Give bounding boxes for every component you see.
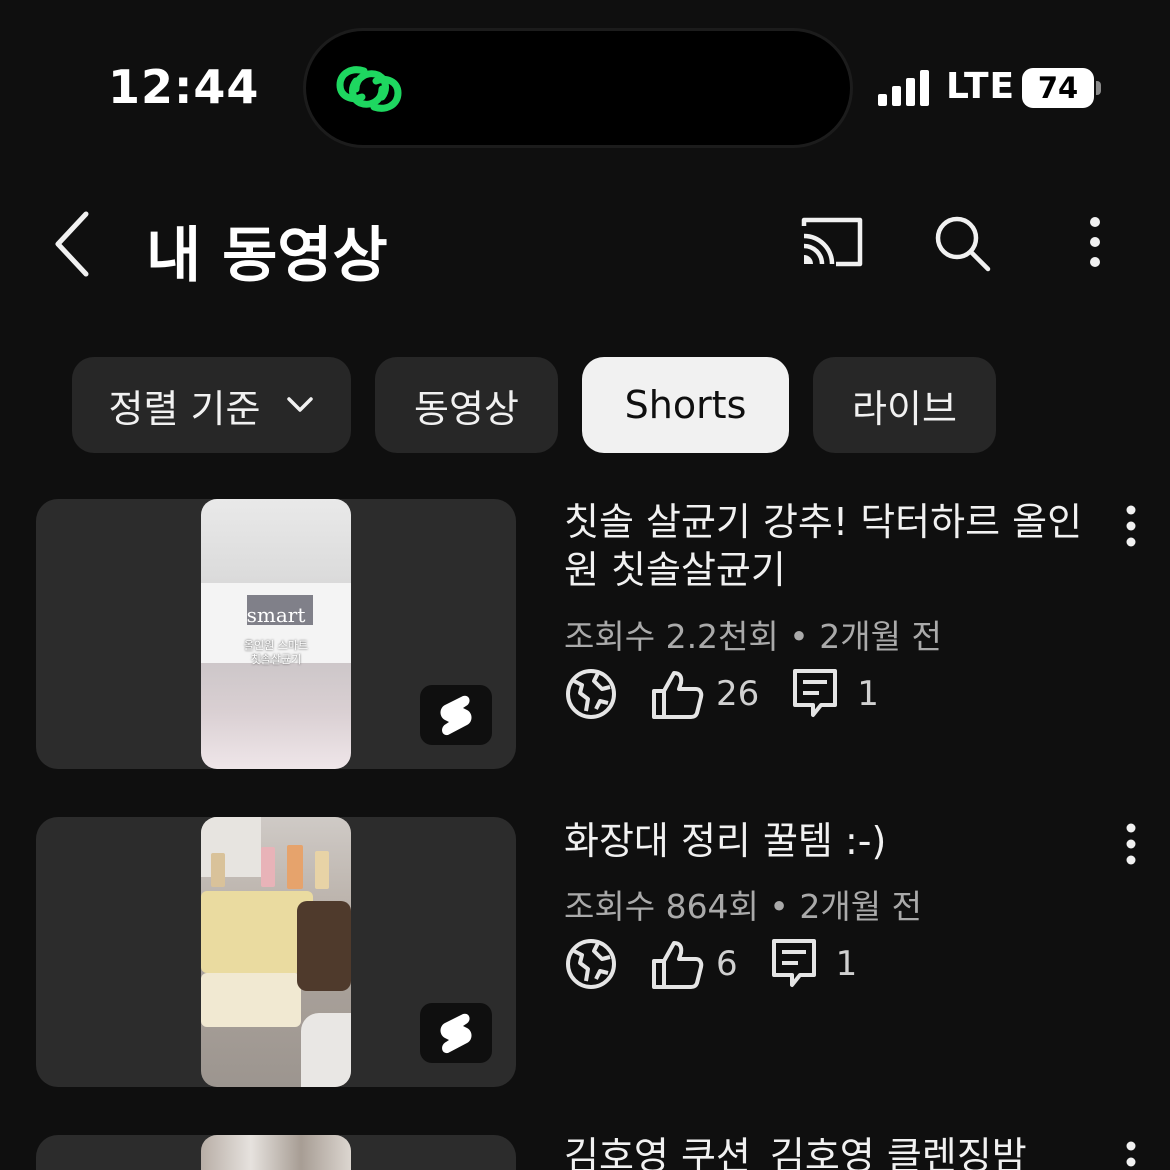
search-icon[interactable] — [932, 208, 992, 276]
shorts-badge — [420, 1003, 492, 1063]
page-title: 내 동영상 — [146, 221, 388, 291]
video-title[interactable]: 김호영 쿠션_김호영 클렌징밤 — [564, 1132, 1064, 1170]
shorts-logo-icon — [440, 1013, 472, 1054]
chip-videos-label: 동영상 — [414, 386, 519, 431]
video-more-icon[interactable] — [1118, 500, 1144, 550]
cast-icon[interactable] — [800, 208, 864, 276]
video-title[interactable]: 화장대 정리 꿀템 :-) — [564, 817, 1104, 865]
video-stats: 6 1 — [564, 934, 857, 994]
video-title[interactable]: 칫솔 살균기 강추! 닥터하르 올인원 칫솔살균기 — [564, 498, 1104, 594]
link-app-icon — [336, 66, 402, 112]
view-count: 조회수 2.2천회 — [564, 617, 779, 656]
thumbs-up-icon[interactable] — [650, 937, 704, 991]
upload-age: 2개월 전 — [819, 617, 942, 656]
video-thumbnail[interactable]: smart 올인원 스마트 칫솔살균기 — [36, 499, 516, 769]
video-stats: 26 1 — [564, 664, 879, 724]
like-count: 6 — [716, 944, 738, 984]
upload-age: 2개월 전 — [799, 887, 922, 926]
meta-separator: • — [769, 887, 800, 926]
globe-icon — [566, 669, 616, 719]
thumbs-up-icon[interactable] — [650, 667, 704, 721]
comment-icon[interactable] — [770, 937, 818, 991]
shorts-badge — [420, 685, 492, 745]
video-meta: 조회수 2.2천회 • 2개월 전 — [564, 610, 942, 658]
video-title-clip: 김호영 쿠션_김호영 클렌징밤 — [564, 1132, 1064, 1170]
thumbnail-image: smart 올인원 스마트 칫솔살균기 — [201, 499, 351, 769]
shorts-logo-icon — [440, 695, 472, 736]
battery-indicator: 74 — [1022, 68, 1094, 108]
chip-live[interactable]: 라이브 — [813, 357, 996, 453]
sort-dropdown-chip[interactable]: 정렬 기준 — [72, 357, 351, 453]
thumbnail-image — [201, 817, 351, 1087]
comment-count: 1 — [835, 944, 858, 984]
dynamic-island — [306, 31, 850, 145]
chip-shorts[interactable]: Shorts — [582, 357, 789, 453]
comment-icon[interactable] — [791, 667, 839, 721]
globe-icon — [566, 939, 616, 989]
back-arrow-icon[interactable] — [48, 208, 98, 280]
meta-separator: • — [789, 617, 820, 656]
video-thumbnail[interactable] — [36, 1135, 516, 1170]
chip-live-label: 라이브 — [852, 386, 957, 431]
thumbnail-caption: 칫솔살균기 — [250, 653, 302, 666]
chip-videos[interactable]: 동영상 — [375, 357, 558, 453]
signal-icon — [878, 70, 929, 106]
video-more-icon[interactable] — [1118, 1136, 1144, 1170]
network-type: LTE — [946, 66, 1016, 107]
view-count: 조회수 864회 — [564, 887, 759, 926]
video-meta: 조회수 864회 • 2개월 전 — [564, 880, 922, 928]
chip-shorts-label: Shorts — [624, 383, 747, 427]
thumbnail-image — [201, 1135, 351, 1170]
sort-chip-label: 정렬 기준 — [108, 386, 261, 431]
video-thumbnail[interactable] — [36, 817, 516, 1087]
chevron-down-icon — [287, 397, 314, 412]
more-vert-icon[interactable] — [1080, 208, 1110, 276]
thumbnail-caption: smart — [246, 603, 306, 627]
battery-tip — [1096, 81, 1101, 95]
video-more-icon[interactable] — [1118, 818, 1144, 868]
status-time: 12:44 — [108, 60, 260, 114]
comment-count: 1 — [857, 674, 879, 714]
like-count: 26 — [716, 674, 760, 714]
